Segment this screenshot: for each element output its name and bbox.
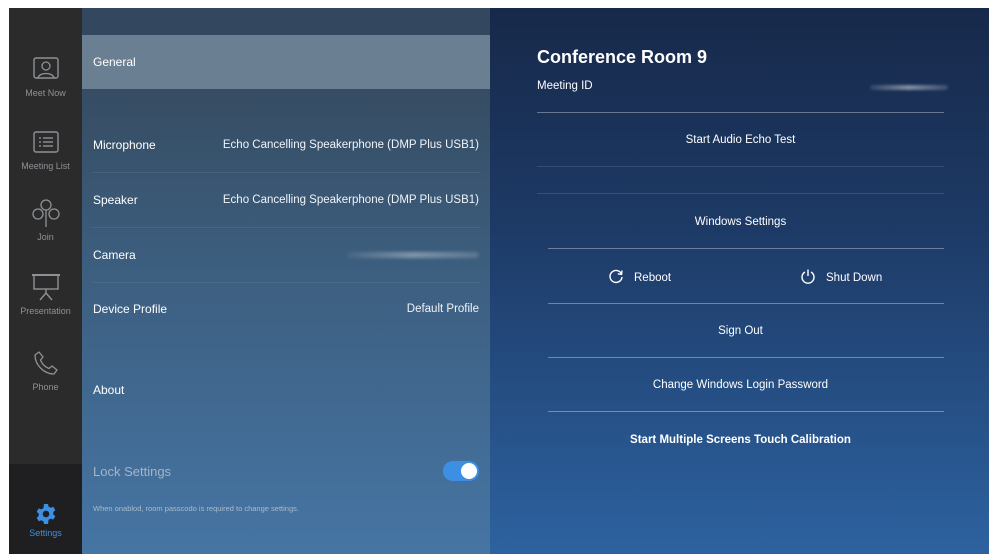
nav-phone[interactable]: Phone: [9, 342, 82, 414]
about-label: About: [93, 383, 125, 397]
nav-join-label: Join: [37, 232, 54, 242]
nav-phone-label: Phone: [32, 382, 59, 392]
room-panel: Conference Room 9 Meeting ID Start Audio…: [490, 8, 989, 554]
lock-settings-toggle[interactable]: [443, 461, 479, 481]
settings-row-about[interactable]: About: [82, 363, 490, 417]
nav-settings-section: Settings: [9, 464, 82, 554]
speaker-value: Echo Cancelling Speakerphone (DMP Plus U…: [222, 194, 479, 206]
meeting-id-value-redacted: [870, 85, 948, 90]
room-title: Conference Room 9: [537, 47, 708, 67]
general-label: General: [93, 55, 136, 69]
divider: [548, 411, 944, 412]
settings-row-camera[interactable]: Camera: [82, 228, 490, 282]
lock-settings-label: Lock Settings: [93, 463, 172, 479]
power-icon: [800, 268, 816, 287]
settings-gear-icon: [34, 502, 58, 526]
meeting-id-label: Meeting ID: [537, 80, 593, 92]
reboot-button[interactable]: Reboot: [608, 268, 671, 287]
microphone-label: Microphone: [93, 138, 156, 152]
meeting-list-icon: [29, 125, 63, 159]
nav-presentation-label: Presentation: [20, 306, 71, 316]
settings-row-speaker[interactable]: Speaker Echo Cancelling Speakerphone (DM…: [82, 173, 490, 227]
shut-down-label: Shut Down: [826, 271, 883, 284]
reboot-icon: [608, 268, 624, 287]
settings-list-panel: General Microphone Echo Cancelling Speak…: [82, 8, 490, 554]
start-touch-calibration-button[interactable]: Start Multiple Screens Touch Calibration: [537, 434, 944, 446]
divider: [537, 112, 944, 113]
nav-presentation[interactable]: Presentation: [9, 266, 82, 338]
divider: [548, 357, 944, 358]
microphone-value: Echo Cancelling Speakerphone (DMP Plus U…: [222, 139, 479, 151]
presentation-icon: [29, 270, 63, 304]
settings-row-device-profile[interactable]: Device Profile Default Profile: [82, 282, 490, 336]
join-icon: [29, 196, 63, 230]
nav-meeting-list[interactable]: Meeting List: [9, 121, 82, 193]
phone-icon: [29, 346, 63, 380]
settings-list-header: [82, 8, 490, 35]
device-profile-value: Default Profile: [406, 303, 479, 315]
nav-meet-now-label: Meet Now: [25, 88, 66, 98]
nav-meeting-list-label: Meeting List: [21, 161, 70, 171]
lock-settings-row: Lock Settings: [82, 456, 490, 486]
divider: [537, 193, 944, 194]
toggle-knob: [461, 463, 477, 479]
nav-meet-now[interactable]: Meet Now: [9, 48, 82, 120]
divider: [548, 303, 944, 304]
nav-settings[interactable]: Settings: [9, 502, 82, 550]
settings-row-microphone[interactable]: Microphone Echo Cancelling Speakerphone …: [82, 118, 490, 172]
divider: [548, 248, 944, 249]
change-windows-login-password-button[interactable]: Change Windows Login Password: [537, 379, 944, 391]
app-window: Meet Now Meeting List Join Presentation …: [9, 8, 989, 554]
reboot-label: Reboot: [634, 271, 672, 284]
camera-value-redacted: [347, 252, 479, 258]
nav-settings-label: Settings: [29, 528, 62, 538]
lock-settings-note: When onablod, room passcodo is required …: [93, 504, 299, 513]
device-profile-label: Device Profile: [93, 302, 168, 316]
nav-join[interactable]: Join: [9, 192, 82, 264]
start-audio-echo-test-button[interactable]: Start Audio Echo Test: [537, 134, 944, 146]
meet-now-icon: [29, 52, 63, 86]
shut-down-button[interactable]: Shut Down: [800, 268, 882, 287]
camera-label: Camera: [93, 248, 136, 262]
settings-row-general[interactable]: General: [82, 35, 490, 89]
nav-rail: Meet Now Meeting List Join Presentation …: [9, 8, 82, 554]
sign-out-button[interactable]: Sign Out: [537, 325, 944, 337]
divider: [537, 166, 944, 167]
speaker-label: Speaker: [93, 193, 138, 207]
windows-settings-button[interactable]: Windows Settings: [537, 216, 944, 228]
